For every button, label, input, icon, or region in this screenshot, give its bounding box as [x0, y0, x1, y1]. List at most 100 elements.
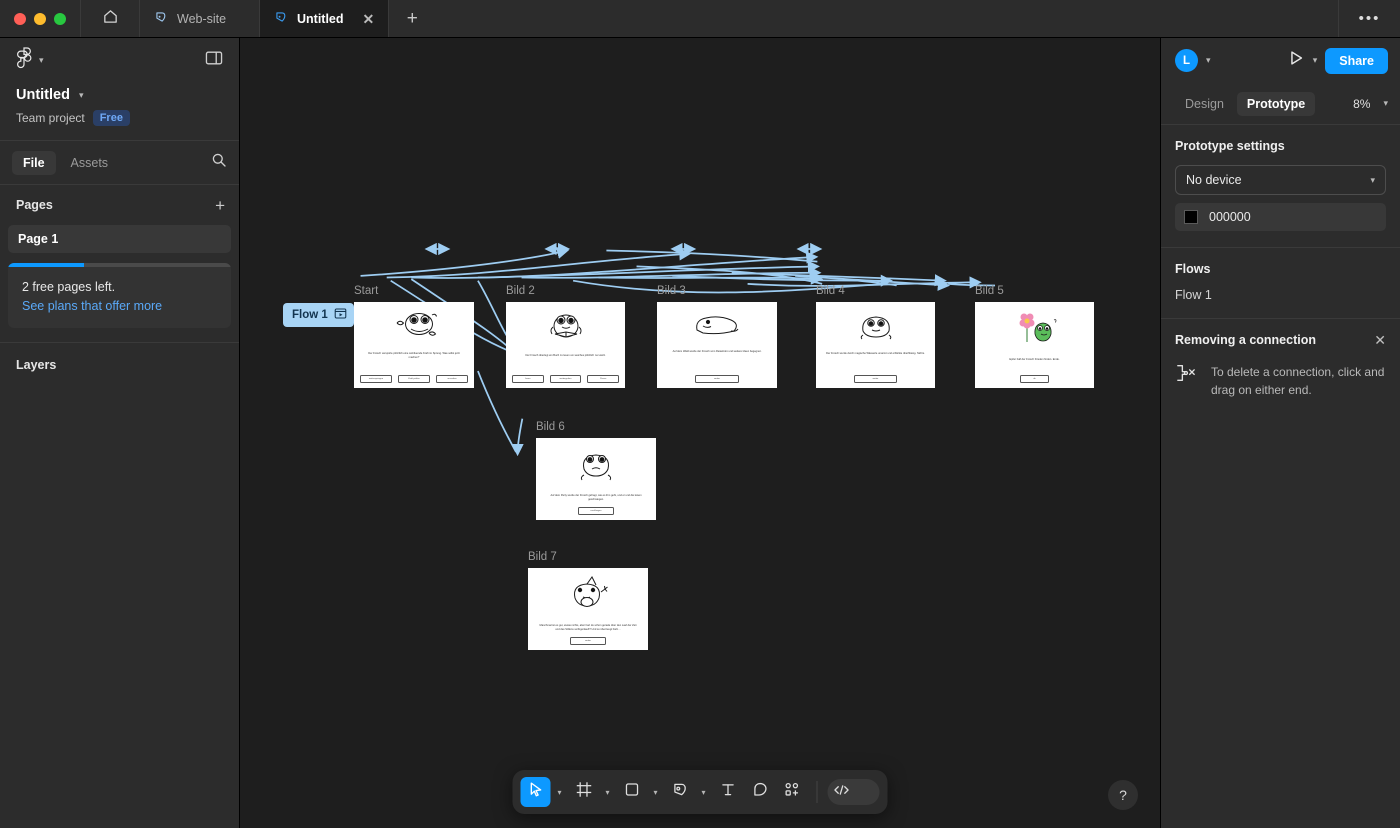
frog-surprised-illustration	[386, 309, 442, 348]
frame-button[interactable]: weitergehen	[549, 375, 582, 383]
figma-menu-button[interactable]: ▾	[16, 47, 44, 74]
frame-tool-chevron-down-icon[interactable]: ▾	[601, 788, 615, 797]
pen-tool-chevron-down-icon[interactable]: ▾	[697, 788, 711, 797]
close-icon[interactable]: ✕	[1374, 333, 1386, 347]
background-color-value: 000000	[1209, 210, 1251, 224]
tab-untitled[interactable]: Untitled ✕	[260, 0, 390, 37]
frame-button[interactable]: lesen	[512, 375, 544, 383]
tab-assets[interactable]: Assets	[60, 151, 120, 175]
rectangle-icon	[623, 781, 640, 803]
tools-toolbar[interactable]: ▾ ▾ ▾ ▾	[512, 770, 888, 814]
close-window-button[interactable]	[14, 12, 26, 25]
shape-tool-chevron-down-icon[interactable]: ▾	[649, 788, 663, 797]
frame-button[interactable]: weiterspringen	[360, 375, 392, 383]
frame-start[interactable]: Der Frosch verspürte plötzlich eine wohl…	[354, 302, 474, 388]
add-page-button[interactable]: +	[215, 197, 225, 214]
frame-label-bild-4[interactable]: Bild 4	[816, 285, 845, 297]
frame-buttons: weiter	[528, 637, 648, 645]
frame-label-start[interactable]: Start	[354, 285, 378, 297]
file-name: Untitled	[16, 87, 70, 103]
sidebar-toggle-icon[interactable]	[205, 50, 223, 71]
color-swatch[interactable]	[1184, 210, 1198, 224]
frame-label-bild-5[interactable]: Bild 5	[975, 285, 1004, 297]
frame-tool[interactable]	[569, 777, 599, 807]
frame-bild-2[interactable]: Der Frosch überlegt ein Buch zu lesen um…	[506, 302, 625, 388]
cursor-icon	[527, 781, 544, 803]
pen-icon	[671, 781, 688, 803]
tip-text: To delete a connection, click and drag o…	[1211, 365, 1385, 397]
frame-button[interactable]: weiter	[695, 375, 739, 383]
design-canvas[interactable]: Flow 1 Start Der Frosch verspürte plötzl…	[240, 38, 1160, 828]
minimize-window-button[interactable]	[34, 12, 46, 25]
move-tool[interactable]	[520, 777, 551, 807]
see-plans-link[interactable]: See plans that offer more	[22, 299, 217, 313]
frame-icon	[575, 781, 592, 803]
frame-button[interactable]: Pause	[587, 375, 620, 383]
plan-badge[interactable]: Free	[92, 110, 130, 126]
frame-bild-7[interactable]: Manchmal ist es gut, etwas nichts, aber …	[528, 568, 648, 650]
home-button[interactable]	[81, 0, 139, 37]
avatar[interactable]: L	[1175, 49, 1198, 72]
dev-mode-toggle[interactable]	[827, 779, 880, 805]
frame-button[interactable]: ausruhen	[436, 375, 468, 383]
present-options-chevron-down-icon[interactable]: ▾	[1313, 55, 1318, 66]
help-button[interactable]: ?	[1108, 780, 1138, 810]
left-sidebar: ▾ Untitled ▾ Team project Free File Asse…	[0, 38, 240, 828]
frame-button[interactable]: ok	[1019, 375, 1050, 383]
left-panel-tabs: File Assets	[0, 141, 239, 185]
maximize-window-button[interactable]	[54, 12, 66, 25]
close-icon[interactable]: ✕	[363, 12, 375, 26]
home-icon	[102, 8, 119, 30]
frame-label-bild-6[interactable]: Bild 6	[536, 421, 565, 433]
zoom-level[interactable]: 8%	[1353, 97, 1370, 111]
frame-button[interactable]: nachfragen	[577, 507, 615, 515]
right-sidebar-header: L ▾ ▾ Share	[1161, 38, 1400, 83]
frame-bild-6[interactable]: Auf dem Party wurde der Frosch gefragt, …	[536, 438, 656, 520]
free-pages-left-text: 2 free pages left.	[22, 280, 116, 294]
frame-bild-3[interactable]: Auf dem Wald wurde der Frosch vom Reiseb…	[657, 302, 777, 388]
frame-button[interactable]: weiter	[569, 637, 607, 645]
frame-button[interactable]: weiter	[854, 375, 897, 383]
frame-button[interactable]: Kraft prüfen	[398, 375, 430, 383]
file-name-row[interactable]: Untitled ▾	[16, 87, 223, 103]
frame-label-bild-3[interactable]: Bild 3	[657, 285, 686, 297]
more-menu-button[interactable]: •••	[1338, 0, 1400, 37]
pen-tool[interactable]	[665, 777, 695, 807]
title-bar: Web-site Untitled ✕ + •••	[0, 0, 1400, 38]
prototype-settings-section: Prototype settings No device ▾ 000000	[1161, 125, 1400, 248]
device-select-value: No device	[1186, 173, 1242, 187]
left-sidebar-header: ▾	[0, 38, 239, 83]
layers-title: Layers	[16, 358, 57, 372]
chevron-down-icon[interactable]: ▾	[1206, 55, 1211, 66]
frame-buttons: lesen weitergehen Pause	[506, 375, 625, 383]
tab-web-site[interactable]: Web-site	[140, 0, 260, 37]
tab-prototype[interactable]: Prototype	[1236, 91, 1316, 116]
shape-tool[interactable]	[617, 777, 647, 807]
present-button[interactable]	[1287, 49, 1305, 72]
background-color-field[interactable]: 000000	[1175, 203, 1386, 231]
frame-label-bild-2[interactable]: Bild 2	[506, 285, 535, 297]
tab-design[interactable]: Design	[1175, 92, 1234, 116]
frog-flower-illustration	[1009, 309, 1061, 354]
new-tab-button[interactable]: +	[389, 0, 435, 37]
comment-tool[interactable]	[745, 777, 775, 807]
search-icon[interactable]	[211, 152, 227, 173]
frame-label-bild-7[interactable]: Bild 7	[528, 551, 557, 563]
text-tool[interactable]	[713, 777, 743, 807]
window-controls[interactable]	[0, 0, 80, 37]
flow-item-flow-1[interactable]: Flow 1	[1175, 288, 1386, 302]
zoom-chevron-down-icon[interactable]: ▾	[1383, 98, 1388, 109]
tab-file[interactable]: File	[12, 150, 56, 175]
share-button[interactable]: Share	[1325, 47, 1388, 74]
flow-badge[interactable]: Flow 1	[283, 303, 354, 327]
frame-caption: Manchmal ist es gut, etwas nichts, aber …	[539, 624, 637, 631]
frame-bild-4[interactable]: Der Frosch wurde durch magische Wässerle…	[816, 302, 935, 388]
tip-header: Removing a connection ✕	[1175, 333, 1386, 347]
page-item-page-1[interactable]: Page 1	[8, 225, 231, 253]
pages-section-header: Pages +	[0, 185, 239, 225]
move-tool-chevron-down-icon[interactable]: ▾	[553, 788, 567, 797]
frame-bild-5[interactable]: Epilur half der Frosch Frieden finden. E…	[975, 302, 1094, 388]
device-select[interactable]: No device ▾	[1175, 165, 1386, 195]
actions-tool[interactable]	[777, 777, 807, 807]
tip-panel: Removing a connection ✕ To delete a conn…	[1161, 319, 1400, 415]
